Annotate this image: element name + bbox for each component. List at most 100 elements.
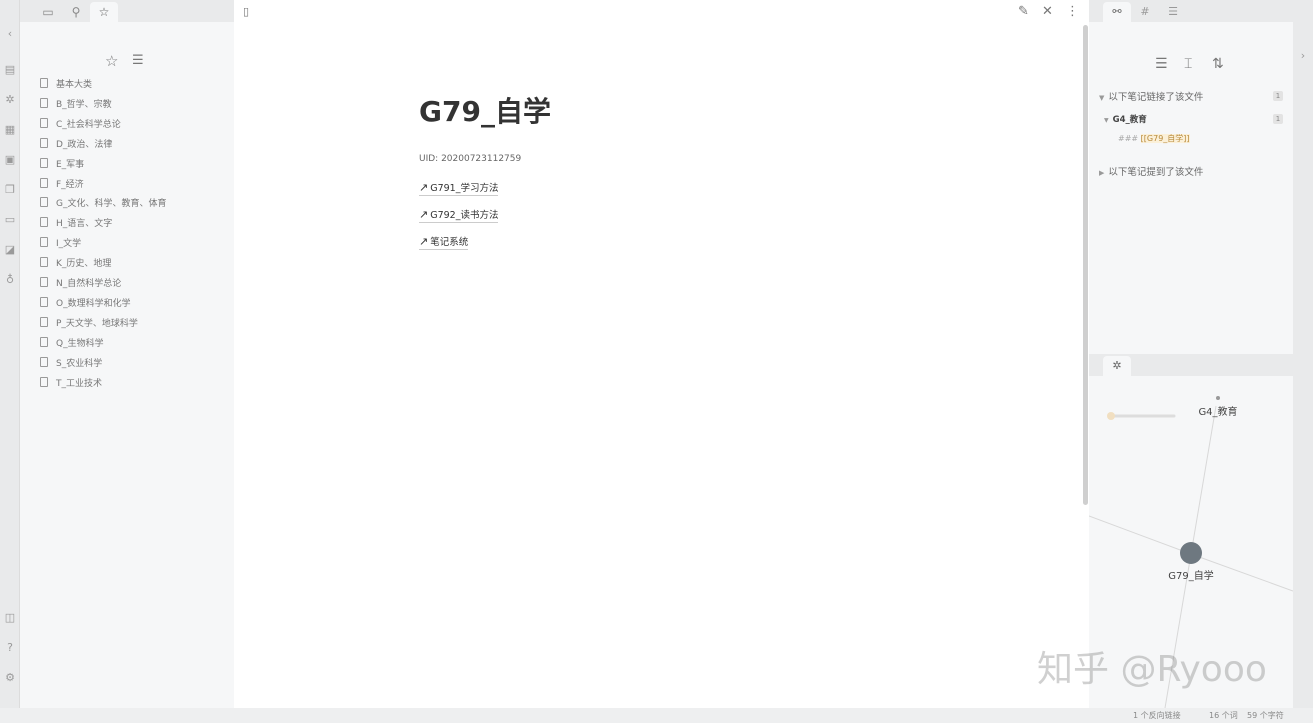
starred-item[interactable]: K_历史、地理 bbox=[40, 255, 111, 273]
star-toolbar-icon[interactable]: ☆ bbox=[105, 52, 118, 70]
starred-tab[interactable]: ☆ bbox=[90, 2, 118, 22]
star-icon: ☆ bbox=[98, 5, 110, 19]
starred-item[interactable]: C_社会科学总论 bbox=[40, 116, 121, 134]
file-icon bbox=[40, 137, 48, 148]
note-title: G79_自学 bbox=[419, 95, 551, 128]
starred-item[interactable]: G_文化、科学、教育、体育 bbox=[40, 195, 166, 213]
folder-icon: ▭ bbox=[42, 5, 54, 19]
sort-menu-icon[interactable]: ☰ bbox=[132, 53, 144, 68]
backlink-snippet[interactable]: ### [[G79_自学]] bbox=[1118, 133, 1190, 144]
starred-pane: ☆ ☰ 基本大类 B_哲学、宗教 C_社会科学总论 D_政治、法律 E_军事 F_经济 G_… bbox=[20, 22, 234, 708]
linked-mentions-header[interactable]: ▼ 以下笔记链接了该文件 bbox=[1099, 89, 1203, 103]
local-graph-tab[interactable]: ✲ bbox=[1103, 356, 1131, 376]
starred-item[interactable]: T_工业技术 bbox=[40, 375, 102, 393]
file-icon bbox=[40, 157, 48, 168]
starred-item-label: O_数理科学和化学 bbox=[56, 298, 131, 309]
search-tab[interactable]: ⚲ bbox=[62, 2, 90, 22]
link-icon: ⚯ bbox=[1112, 5, 1122, 18]
starred-item[interactable]: D_政治、法律 bbox=[40, 136, 112, 154]
starred-item[interactable]: E_军事 bbox=[40, 156, 84, 174]
tags-tab[interactable]: # bbox=[1131, 2, 1159, 22]
ribbon: ‹ ▤ ✲ ▦ ▣ ❐ ▭ ◪ ♁ ◫ ? ⚙ bbox=[0, 0, 20, 708]
starred-item[interactable]: P_天文学、地球科学 bbox=[40, 315, 138, 333]
starred-item-label: 基本大类 bbox=[56, 80, 93, 90]
linked-count-badge: 1 bbox=[1273, 91, 1283, 101]
settings-icon[interactable]: ⚙ bbox=[3, 671, 17, 685]
external-arrow-icon: ↗ bbox=[419, 208, 429, 221]
status-bar: 1 个反向链接 16 个词 59 个字符 bbox=[0, 708, 1313, 723]
starred-item-label: E_军事 bbox=[56, 159, 85, 170]
file-icon bbox=[40, 316, 48, 327]
file-count-badge: 1 bbox=[1273, 114, 1283, 124]
starred-item[interactable]: 基本大类 bbox=[40, 76, 92, 94]
graph-icon[interactable]: ✲ bbox=[3, 93, 17, 107]
starred-item-label: Q_生物科学 bbox=[56, 338, 104, 349]
inbox-icon[interactable]: ▭ bbox=[3, 213, 17, 227]
starred-item-label: S_农业科学 bbox=[56, 358, 103, 369]
starred-item[interactable]: B_哲学、宗教 bbox=[40, 96, 112, 114]
close-icon[interactable]: ✕ bbox=[1042, 4, 1053, 19]
hash-icon: # bbox=[1140, 5, 1150, 18]
starred-item-label: H_语言、文字 bbox=[56, 219, 113, 230]
zoom-slider-handle[interactable] bbox=[1107, 412, 1115, 420]
plugin-icon[interactable]: ▦ bbox=[3, 123, 17, 137]
backlinks-tab[interactable]: ⚯ bbox=[1103, 2, 1131, 22]
backlink-count[interactable]: 1 个反向链接 bbox=[1133, 710, 1181, 721]
unlinked-mentions-header[interactable]: ▶ 以下笔记提到了该文件 bbox=[1099, 164, 1203, 178]
vault-icon[interactable]: ◫ bbox=[3, 611, 17, 625]
watermark: 知乎 @Ryooo bbox=[1037, 649, 1267, 690]
starred-item[interactable]: I_文学 bbox=[40, 235, 81, 253]
graph-tabs: ✲ bbox=[1089, 354, 1313, 376]
starred-item-label: F_经济 bbox=[56, 179, 84, 190]
file-icon bbox=[40, 237, 48, 248]
help-icon[interactable]: ? bbox=[3, 641, 17, 655]
file-icon bbox=[40, 197, 48, 208]
file-icon bbox=[40, 177, 48, 188]
internal-link-2[interactable]: ↗ G792_读书方法 bbox=[419, 207, 499, 223]
file-icon bbox=[40, 97, 48, 108]
collapse-right-icon[interactable]: › bbox=[1296, 49, 1310, 63]
graph-node-g4[interactable] bbox=[1216, 396, 1220, 400]
file-icon[interactable]: ▤ bbox=[3, 63, 17, 77]
file-explorer-tab[interactable]: ▭ bbox=[34, 2, 62, 22]
mic-icon[interactable]: ♁ bbox=[3, 273, 17, 287]
more-options-icon[interactable]: ⋮ bbox=[1066, 4, 1079, 19]
starred-item-label: T_工业技术 bbox=[56, 378, 102, 389]
starred-item[interactable]: F_经济 bbox=[40, 176, 84, 194]
outline-tab[interactable]: ☰ bbox=[1159, 2, 1187, 22]
backlinks-pane: ☰ ⌶ ⇅ ▼ 以下笔记链接了该文件 1 ▼ G4_教育 1 ### [[G79_自… bbox=[1089, 22, 1293, 354]
starred-item-label: C_社会科学总论 bbox=[56, 119, 121, 130]
calendar-icon[interactable]: ▣ bbox=[3, 153, 17, 167]
left-sidebar-tabs: ▭ ⚲ ☆ bbox=[20, 0, 234, 22]
sort-order-icon[interactable]: ⇅ bbox=[1212, 56, 1224, 72]
starred-item[interactable]: O_数理科学和化学 bbox=[40, 295, 131, 313]
copy-icon[interactable]: ❐ bbox=[3, 183, 17, 197]
file-icon bbox=[40, 117, 48, 128]
graph-node-current[interactable] bbox=[1180, 542, 1202, 564]
editor-scrollbar[interactable] bbox=[1083, 25, 1088, 505]
uid-line: UID: 20200723112759 bbox=[419, 154, 522, 164]
starred-item[interactable]: N_自然科学总论 bbox=[40, 275, 121, 293]
starred-item[interactable]: H_语言、文字 bbox=[40, 215, 112, 233]
chevron-down-icon: ▼ bbox=[1104, 117, 1109, 124]
word-count: 16 个词 bbox=[1209, 711, 1238, 720]
collapse-left-icon[interactable]: ‹ bbox=[3, 27, 17, 41]
internal-link-1[interactable]: ↗ G791_学习方法 bbox=[419, 180, 499, 196]
chevron-right-icon: ▶ bbox=[1099, 169, 1105, 177]
file-icon bbox=[40, 78, 48, 88]
starred-item-label: P_天文学、地球科学 bbox=[56, 318, 138, 329]
chevron-down-icon: ▼ bbox=[1099, 94, 1105, 102]
graph-edge bbox=[1190, 405, 1217, 555]
external-arrow-icon: ↗ bbox=[419, 235, 429, 248]
list-icon: ☰ bbox=[1168, 5, 1178, 18]
switch-icon[interactable]: ◪ bbox=[3, 243, 17, 257]
starred-item[interactable]: Q_生物科学 bbox=[40, 335, 104, 353]
file-icon bbox=[40, 356, 48, 367]
starred-item-label: K_历史、地理 bbox=[56, 259, 112, 270]
internal-link-3[interactable]: ↗ 笔记系统 bbox=[419, 234, 469, 250]
edit-icon[interactable]: ✎ bbox=[1018, 4, 1029, 19]
starred-item[interactable]: S_农业科学 bbox=[40, 355, 102, 373]
backlink-file[interactable]: ▼ G4_教育 bbox=[1104, 113, 1147, 125]
show-context-icon[interactable]: ⌶ bbox=[1184, 56, 1192, 72]
collapse-results-icon[interactable]: ☰ bbox=[1155, 56, 1168, 72]
